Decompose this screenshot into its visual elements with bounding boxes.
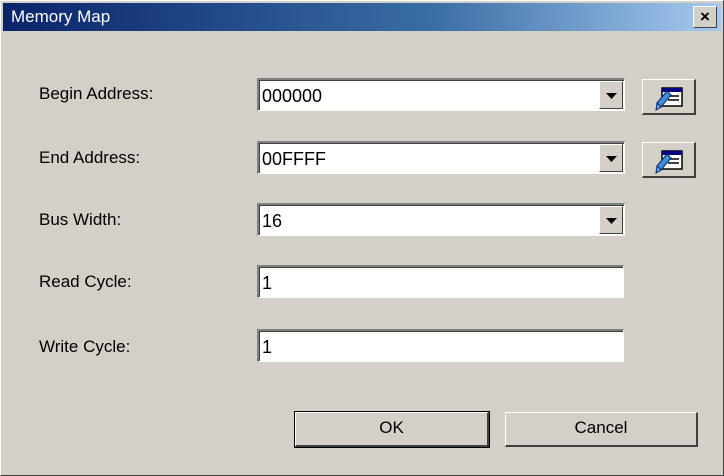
bus-width-combobox[interactable]: 16 xyxy=(257,203,625,236)
chevron-down-icon xyxy=(606,218,617,224)
read-cycle-label: Read Cycle: xyxy=(39,272,132,291)
end-address-value[interactable]: 00FFFF xyxy=(262,148,326,170)
chevron-down-icon xyxy=(606,93,617,99)
write-cycle-label: Write Cycle: xyxy=(39,337,131,356)
close-button[interactable]: × xyxy=(693,6,717,28)
begin-address-value[interactable]: 000000 xyxy=(262,85,322,107)
cancel-button[interactable]: Cancel xyxy=(505,412,698,447)
chevron-down-icon xyxy=(606,156,617,162)
end-address-dropdown-button[interactable] xyxy=(599,144,623,172)
bus-width-label: Bus Width: xyxy=(39,210,122,229)
begin-address-dropdown-button[interactable] xyxy=(599,81,623,109)
end-address-combobox[interactable]: 00FFFF xyxy=(257,141,625,174)
ok-button[interactable]: OK xyxy=(294,411,490,448)
end-address-picker-button[interactable] xyxy=(642,142,696,178)
begin-address-combobox[interactable]: 000000 xyxy=(257,78,625,111)
write-cycle-input[interactable]: 1 xyxy=(257,329,624,362)
read-cycle-input[interactable]: 1 xyxy=(257,265,624,298)
address-picker-icon xyxy=(655,87,683,111)
bus-width-dropdown-button[interactable] xyxy=(599,206,623,234)
write-cycle-value[interactable]: 1 xyxy=(262,336,272,358)
close-icon: × xyxy=(700,7,710,26)
begin-address-label: Begin Address: xyxy=(39,84,154,103)
address-picker-icon xyxy=(655,150,683,174)
read-cycle-value[interactable]: 1 xyxy=(262,272,272,294)
title-bar[interactable]: Memory Map × xyxy=(3,3,721,31)
window-title: Memory Map xyxy=(11,7,111,26)
end-address-label: End Address: xyxy=(39,148,141,167)
begin-address-picker-button[interactable] xyxy=(642,79,696,115)
bus-width-value[interactable]: 16 xyxy=(262,210,282,232)
memory-map-dialog: Memory Map × Begin Address: 000000 End A… xyxy=(0,0,724,476)
